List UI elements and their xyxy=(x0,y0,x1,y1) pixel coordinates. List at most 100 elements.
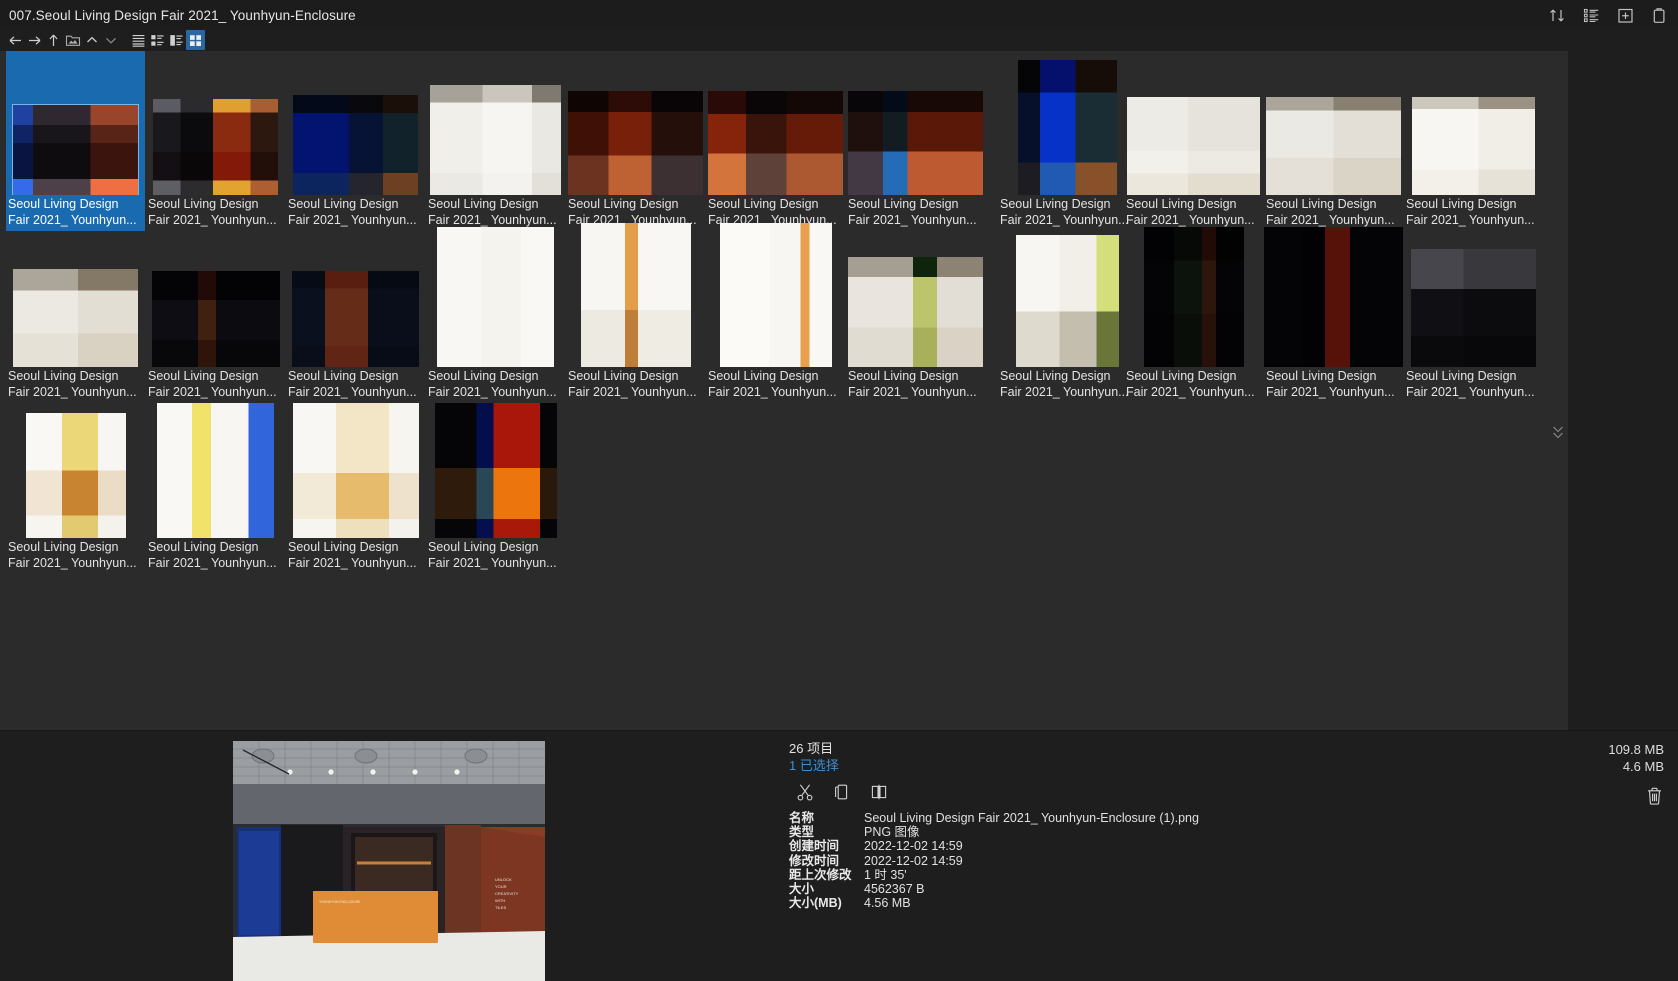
thumbnail-image xyxy=(426,223,565,367)
thumbnail-item[interactable]: Seoul Living DesignFair 2021_ Younhyun..… xyxy=(1404,51,1543,231)
thumbnail-item[interactable]: Seoul Living DesignFair 2021_ Younhyun..… xyxy=(426,51,565,231)
cut-icon[interactable] xyxy=(796,783,814,801)
up-arrow-icon[interactable] xyxy=(44,30,63,50)
title-bar: 007.Seoul Living Design Fair 2021_ Younh… xyxy=(0,0,1678,30)
thumbnail-label: Seoul Living DesignFair 2021_ Younhyun..… xyxy=(1124,367,1263,403)
details-list-icon[interactable] xyxy=(1583,7,1600,24)
scroll-down-arrow-icon[interactable] xyxy=(1550,411,1566,451)
clipboard-icon[interactable] xyxy=(1651,7,1668,24)
thumbnail-label-line1: Seoul Living Design xyxy=(148,540,283,556)
thumbnail-label-line2: Fair 2021_ Younhyun... xyxy=(8,556,143,572)
thumbnail-item[interactable]: Seoul Living DesignFair 2021_ Younhyun..… xyxy=(846,51,985,231)
thumbnail-item[interactable]: Seoul Living DesignFair 2021_ Younhyun..… xyxy=(6,394,145,574)
thumbnail-bitmap xyxy=(848,91,983,195)
file-metadata-table: 名称Seoul Living Design Fair 2021_ Younhyu… xyxy=(789,811,1429,910)
back-arrow-icon[interactable] xyxy=(6,30,25,50)
thumbnail-image xyxy=(146,223,285,367)
thumbnail-bitmap xyxy=(292,271,419,367)
chevron-up-icon[interactable] xyxy=(82,30,101,50)
svg-text:WITH: WITH xyxy=(495,898,505,903)
thumbnail-label-line2: Fair 2021_ Younhyun... xyxy=(428,556,563,572)
thumbnail-item[interactable]: Seoul Living DesignFair 2021_ Younhyun..… xyxy=(1124,51,1263,231)
thumbnail-item[interactable]: Seoul Living DesignFair 2021_ Younhyun..… xyxy=(6,223,145,403)
thumbnail-label-line1: Seoul Living Design xyxy=(708,369,843,385)
sort-icon[interactable] xyxy=(1549,7,1566,24)
thumbnail-label-line1: Seoul Living Design xyxy=(1406,197,1541,213)
thumbnail-bitmap xyxy=(13,105,138,195)
thumbnail-label-line1: Seoul Living Design xyxy=(148,369,283,385)
view-thumbnails-icon[interactable] xyxy=(186,30,205,50)
thumbnail-item[interactable]: Seoul Living DesignFair 2021_ Younhyun..… xyxy=(146,51,285,231)
view-list-icon[interactable] xyxy=(129,30,148,50)
forward-arrow-icon[interactable] xyxy=(25,30,44,50)
thumbnail-bitmap xyxy=(26,413,126,538)
metadata-value: 2022-12-02 14:59 xyxy=(864,854,963,868)
thumbnail-image xyxy=(1264,51,1403,195)
compare-icon[interactable] xyxy=(870,783,888,801)
metadata-value: 4562367 B xyxy=(864,882,924,896)
thumbnail-bitmap xyxy=(1127,97,1260,195)
thumbnail-image xyxy=(286,51,425,195)
preview-image[interactable]: UNLOCK YOUR CREATIVITY WITH TILES YOUNHY… xyxy=(233,741,545,981)
trash-icon[interactable] xyxy=(1608,786,1664,806)
thumbnail-image xyxy=(6,223,145,367)
thumbnail-item[interactable]: Seoul Living DesignFair 2021_ Younhyun..… xyxy=(706,51,845,231)
view-details-icon[interactable] xyxy=(167,30,186,50)
thumbnail-bitmap xyxy=(435,403,557,538)
thumbnail-item[interactable]: Seoul Living DesignFair 2021_ Younhyun..… xyxy=(706,223,845,403)
thumbnail-item[interactable]: Seoul Living DesignFair 2021_ Younhyun..… xyxy=(286,394,425,574)
preview-image-canvas: UNLOCK YOUR CREATIVITY WITH TILES YOUNHY… xyxy=(233,741,545,981)
thumbnail-item[interactable]: Seoul Living DesignFair 2021_ Younhyun..… xyxy=(1124,223,1263,403)
metadata-value: 4.56 MB xyxy=(864,896,911,910)
thumbnail-item[interactable]: Seoul Living DesignFair 2021_ Younhyun..… xyxy=(998,51,1137,231)
metadata-value: PNG 图像 xyxy=(864,825,920,839)
thumbnail-image xyxy=(286,223,425,367)
thumbnail-label: Seoul Living DesignFair 2021_ Younhyun..… xyxy=(6,538,145,574)
metadata-row: 创建时间2022-12-02 14:59 xyxy=(789,839,1429,853)
svg-text:YOUNHYUN ENCLOSURE: YOUNHYUN ENCLOSURE xyxy=(319,900,361,904)
thumbnail-label: Seoul Living DesignFair 2021_ Younhyun..… xyxy=(426,538,565,574)
copy-icon[interactable] xyxy=(833,783,851,801)
view-icons-icon[interactable] xyxy=(148,30,167,50)
thumbnail-bitmap xyxy=(1411,249,1536,367)
thumbnail-item[interactable]: Seoul Living DesignFair 2021_ Younhyun..… xyxy=(566,51,705,231)
thumbnail-label-line1: Seoul Living Design xyxy=(1126,197,1261,213)
thumbnail-item[interactable]: Seoul Living DesignFair 2021_ Younhyun..… xyxy=(1264,223,1403,403)
thumbnail-label-line1: Seoul Living Design xyxy=(1406,369,1541,385)
thumbnail-label-line1: Seoul Living Design xyxy=(1000,197,1135,213)
thumbnail-item[interactable]: Seoul Living DesignFair 2021_ Younhyun..… xyxy=(146,223,285,403)
thumbnail-bitmap xyxy=(13,269,138,367)
thumbnail-label: Seoul Living DesignFair 2021_ Younhyun..… xyxy=(146,538,285,574)
thumbnail-image xyxy=(1404,51,1543,195)
add-box-icon[interactable] xyxy=(1617,7,1634,24)
thumbnail-image xyxy=(426,394,565,538)
thumbnail-item-selected[interactable]: Seoul Living DesignFair 2021_ Younhyun..… xyxy=(6,51,145,231)
svg-text:YOUR: YOUR xyxy=(495,884,507,889)
thumbnail-label-line1: Seoul Living Design xyxy=(1000,369,1135,385)
thumbnail-label: Seoul Living DesignFair 2021_ Younhyun..… xyxy=(846,367,985,403)
thumbnail-label-line2: Fair 2021_ Younhyun... xyxy=(1406,385,1541,401)
thumbnail-item[interactable]: Seoul Living DesignFair 2021_ Younhyun..… xyxy=(286,51,425,231)
thumbnail-bitmap xyxy=(293,403,419,538)
thumbnail-item[interactable]: Seoul Living DesignFair 2021_ Younhyun..… xyxy=(426,223,565,403)
thumbnail-item[interactable]: Seoul Living DesignFair 2021_ Younhyun..… xyxy=(846,223,985,403)
thumbnail-item[interactable]: Seoul Living DesignFair 2021_ Younhyun..… xyxy=(566,223,705,403)
thumbnail-image xyxy=(998,223,1137,367)
thumbnail-item[interactable]: Seoul Living DesignFair 2021_ Younhyun..… xyxy=(998,223,1137,403)
thumbnail-grid-area[interactable]: Seoul Living DesignFair 2021_ Younhyun..… xyxy=(0,51,1568,730)
thumbnail-item[interactable]: Seoul Living DesignFair 2021_ Younhyun..… xyxy=(1264,51,1403,231)
thumbnail-item[interactable]: Seoul Living DesignFair 2021_ Younhyun..… xyxy=(426,394,565,574)
thumbnail-item[interactable]: Seoul Living DesignFair 2021_ Younhyun..… xyxy=(1404,223,1543,403)
metadata-row: 大小(MB)4.56 MB xyxy=(789,896,1429,910)
thumbnail-item[interactable]: Seoul Living DesignFair 2021_ Younhyun..… xyxy=(146,394,285,574)
thumbnail-bitmap xyxy=(153,99,278,195)
file-info-panel: 26 项目 1 已选择 xyxy=(789,741,1429,910)
thumbnail-bitmap xyxy=(437,227,554,367)
thumbnail-bitmap xyxy=(152,271,280,367)
thumbnail-label-line2: Fair 2021_ Younhyun... xyxy=(848,385,983,401)
thumbnail-label-line1: Seoul Living Design xyxy=(708,197,843,213)
folder-image-icon[interactable] xyxy=(63,30,82,50)
thumbnail-item[interactable]: Seoul Living DesignFair 2021_ Younhyun..… xyxy=(286,223,425,403)
chevron-down-icon[interactable] xyxy=(101,30,120,50)
thumbnail-label-line1: Seoul Living Design xyxy=(8,197,143,213)
